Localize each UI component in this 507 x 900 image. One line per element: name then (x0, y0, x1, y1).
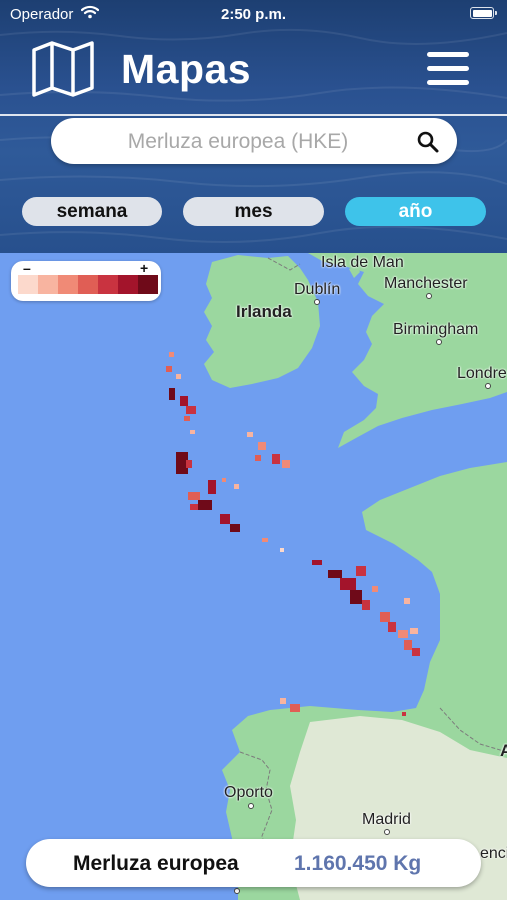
tab-semana[interactable]: semana (22, 197, 162, 226)
legend-max-label: + (140, 260, 149, 276)
hamburger-menu-icon[interactable] (427, 52, 469, 86)
map-marker-porto (248, 803, 254, 809)
map-canvas[interactable] (0, 253, 507, 900)
folded-map-icon (32, 41, 94, 97)
status-bar: Operador 2:50 p.m. (0, 0, 507, 28)
legend-color-scale (18, 275, 158, 294)
map-label-valencia: encia (480, 845, 507, 862)
map-label-manchester: Manchester (384, 275, 468, 292)
battery-icon (470, 7, 497, 19)
map-label-porto: Oporto (224, 784, 273, 801)
catch-summary-card: Merluza europea 1.160.450 Kg (26, 839, 481, 887)
map-label-edge: A (500, 741, 507, 760)
map-marker-london (485, 383, 491, 389)
heat-legend: – + (11, 260, 161, 301)
map-marker-birmingham (436, 339, 442, 345)
species-name: Merluza europea (73, 852, 239, 875)
tab-ano[interactable]: año (345, 197, 486, 226)
header-divider (0, 114, 507, 116)
map-marker-dublin (314, 299, 320, 305)
search-bar[interactable] (51, 118, 457, 166)
map-label-ireland: Irlanda (236, 302, 292, 321)
search-input[interactable] (71, 118, 405, 166)
map-label-birmingham: Birmingham (393, 321, 479, 338)
map-label-dublin: Dublín (294, 281, 341, 298)
map-marker-madrid (384, 829, 390, 835)
map-label-london: Londre (457, 365, 507, 382)
status-time: 2:50 p.m. (220, 6, 287, 23)
map-label-isle-of-man: Isla de Man (321, 254, 404, 271)
app-header: Operador 2:50 p.m. Mapas semana mes año (0, 0, 507, 253)
catch-amount: 1.160.450 Kg (294, 852, 422, 875)
search-icon[interactable] (416, 130, 440, 154)
page-title: Mapas (121, 46, 252, 92)
map-marker-city (234, 888, 240, 894)
map-marker-manchester (426, 293, 432, 299)
catch-map[interactable]: Isla de Man Dublín Manchester Irlanda Bi… (0, 253, 507, 900)
tab-mes[interactable]: mes (183, 197, 324, 226)
legend-min-label: – (23, 260, 31, 276)
map-label-madrid: Madrid (362, 811, 411, 828)
